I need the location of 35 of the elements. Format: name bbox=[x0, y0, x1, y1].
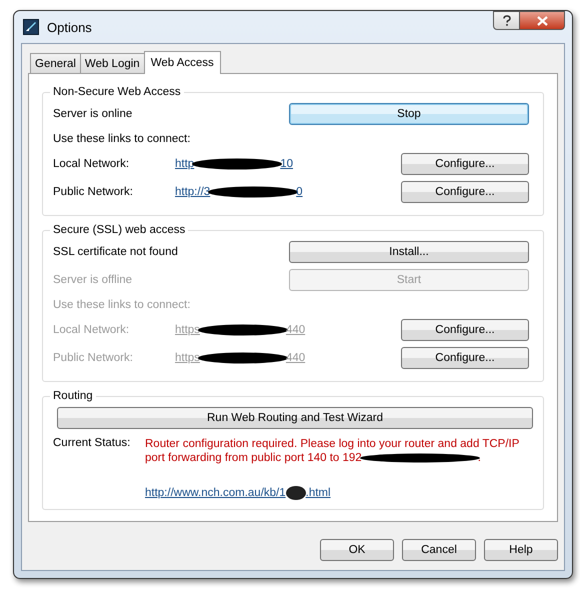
action-button[interactable]: Stop bbox=[289, 103, 529, 125]
field-label: Public Network: bbox=[53, 186, 134, 198]
tab[interactable]: Web Access bbox=[144, 51, 221, 74]
dialog-button[interactable]: Cancel bbox=[402, 539, 476, 561]
dialog-button[interactable]: OK bbox=[320, 539, 394, 561]
dialog-button[interactable]: Help bbox=[484, 539, 558, 561]
question-mark-icon bbox=[502, 14, 512, 26]
wizard-button[interactable]: Run Web Routing and Test Wizard bbox=[57, 407, 533, 429]
close-icon bbox=[536, 16, 548, 26]
configure-button[interactable]: Configure... bbox=[401, 153, 529, 175]
url-link[interactable]: http://3 0 bbox=[175, 186, 303, 198]
field-label: Local Network: bbox=[53, 158, 130, 170]
configure-button[interactable]: Configure... bbox=[401, 181, 529, 203]
status-text: Server is online bbox=[53, 108, 134, 120]
help-link[interactable]: http://www.nch.com.au/kb/1 .html bbox=[145, 486, 331, 500]
window-title: Options bbox=[47, 20, 92, 34]
help-button[interactable] bbox=[493, 11, 520, 30]
close-button[interactable] bbox=[520, 11, 565, 30]
status-label: Current Status: bbox=[53, 437, 132, 449]
field-label: Public Network: bbox=[53, 352, 134, 364]
group-title: Routing bbox=[52, 390, 94, 402]
status-message: Router configuration required. Please log into your router and add TCP/IP port forwarding from public port 140 to 192 . bbox=[145, 437, 520, 465]
group-title: Non-Secure Web Access bbox=[52, 86, 182, 98]
status-text: SSL certificate not found bbox=[53, 246, 179, 258]
app-icon bbox=[23, 19, 39, 35]
status-text: Server is offline bbox=[53, 274, 134, 286]
tab[interactable]: General bbox=[30, 53, 81, 73]
hint-text: Use these links to connect: bbox=[53, 299, 192, 311]
action-button[interactable]: Install... bbox=[289, 241, 529, 263]
redaction-mark bbox=[286, 486, 306, 500]
url-link[interactable]: http 10 bbox=[175, 158, 293, 170]
field-label: Local Network: bbox=[53, 324, 130, 336]
tab[interactable]: Web Login bbox=[80, 53, 145, 73]
group-title: Secure (SSL) web access bbox=[52, 224, 186, 236]
hint-text: Use these links to connect: bbox=[53, 133, 192, 145]
